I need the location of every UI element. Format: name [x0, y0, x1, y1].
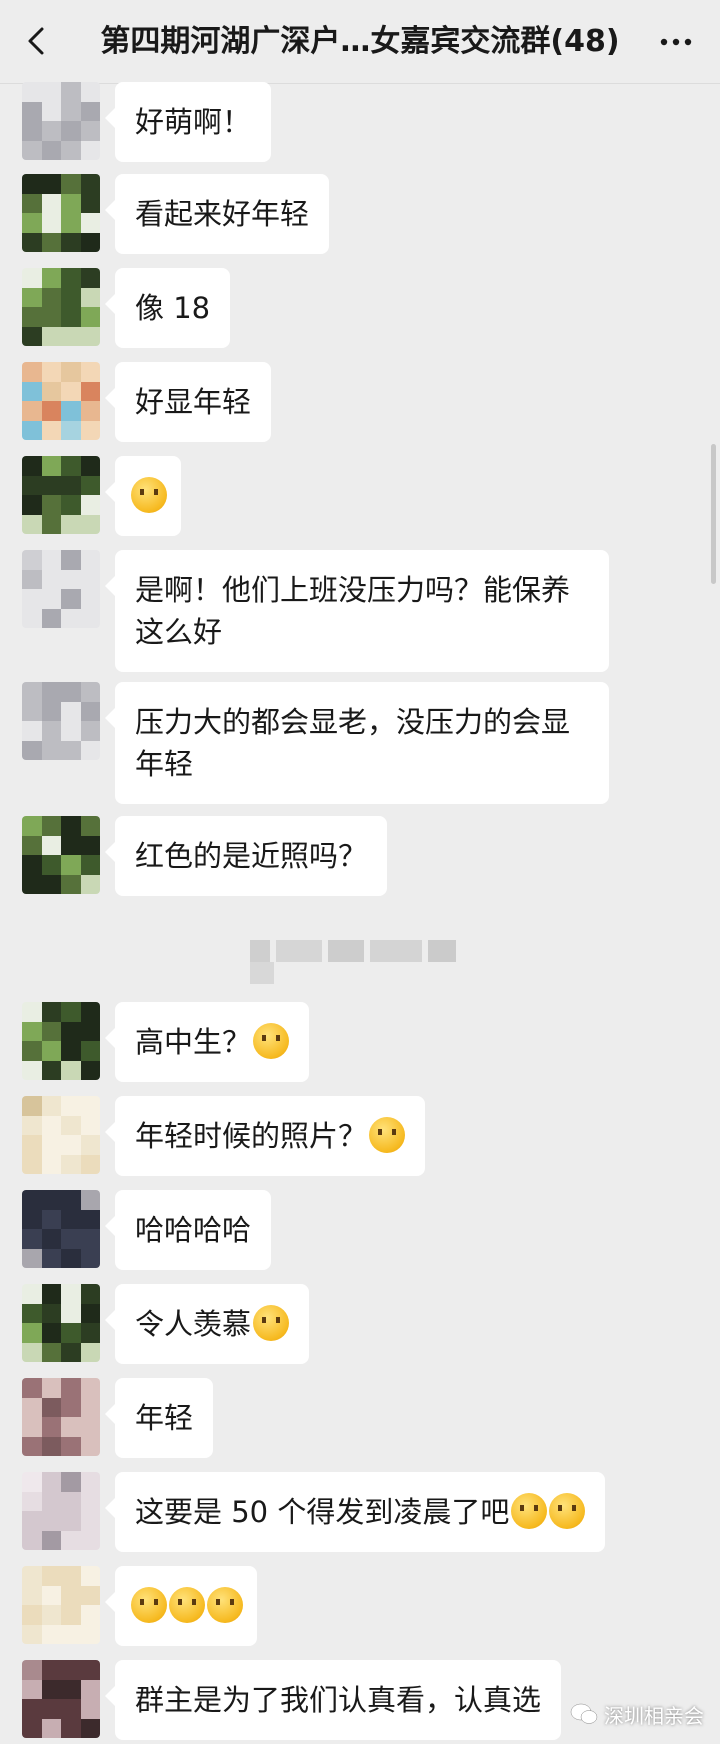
message-text: 是啊！他们上班没压力吗？能保养这么好 — [135, 573, 571, 649]
avatar[interactable] — [22, 362, 100, 440]
ellipsis-icon[interactable] — [658, 30, 694, 54]
chevron-left-icon[interactable] — [22, 26, 52, 56]
avatar[interactable] — [22, 1566, 100, 1644]
laughing-tears-face-icon — [511, 1493, 548, 1529]
avatar[interactable] — [22, 1378, 100, 1456]
message-bubble[interactable]: 这要是 50 个得发到凌晨了吧 — [104, 1472, 606, 1552]
message-bubble[interactable]: 像 18 — [104, 268, 231, 348]
message-text: 这要是 50 个得发到凌晨了吧 — [135, 1495, 510, 1529]
message-text: 令人羡慕 — [135, 1307, 252, 1341]
message-bubble[interactable]: 哈哈哈哈 — [104, 1190, 272, 1270]
avatar[interactable] — [22, 1002, 100, 1080]
watermark-text: 深圳相亲会 — [604, 1703, 704, 1728]
message-bubble[interactable]: 看起来好年轻 — [104, 174, 330, 254]
chat-header: 第四期河湖广深户…女嘉宾交流群(48) — [0, 0, 720, 84]
message-text: 高中生？ — [135, 1025, 252, 1059]
message-bubble[interactable]: 年轻 — [104, 1378, 214, 1458]
laughing-tears-face-icon — [549, 1493, 586, 1529]
avatar[interactable] — [22, 1660, 100, 1738]
666-sticker-icon — [131, 477, 167, 513]
shocked-face-icon — [253, 1023, 290, 1059]
system-notice — [250, 940, 490, 984]
message-bubble[interactable]: 好萌啊！ — [104, 82, 272, 162]
message-bubble[interactable]: 是啊！他们上班没压力吗？能保养这么好 — [105, 550, 609, 672]
message-text: 像 18 — [135, 291, 211, 325]
watermark: 深圳相亲会 — [570, 1694, 704, 1734]
thinking-face-icon — [131, 1587, 167, 1623]
message-text: 压力大的都会显老，没压力的会显年轻 — [135, 705, 571, 781]
laughing-tears-face-icon — [369, 1117, 406, 1153]
thinking-face-icon — [207, 1587, 243, 1623]
message-text: 好萌啊！ — [135, 105, 252, 139]
message-bubble[interactable]: 年轻时候的照片？ — [104, 1096, 426, 1176]
avatar[interactable] — [22, 268, 100, 346]
message-list[interactable]: 好萌啊！ 看起来好年轻 像 18 好显年轻 是啊！他们上班没压力吗？能保养这么好 — [0, 82, 720, 1744]
message-text: 看起来好年轻 — [135, 197, 310, 231]
wechat-logo-icon — [570, 1703, 598, 1724]
message-text: 红色的是近照吗？ — [135, 839, 368, 873]
message-bubble[interactable]: 红色的是近照吗？ — [104, 816, 388, 896]
avatar[interactable] — [22, 550, 100, 628]
message-text: 好显年轻 — [135, 385, 252, 419]
message-bubble[interactable]: 压力大的都会显老，没压力的会显年轻 — [105, 682, 609, 804]
avatar[interactable] — [22, 1284, 100, 1362]
message-bubble[interactable] — [105, 1566, 257, 1646]
message-text: 群主是为了我们认真看，认真选 — [135, 1683, 542, 1717]
scrollbar[interactable] — [711, 444, 716, 584]
message-bubble[interactable]: 好显年轻 — [104, 362, 272, 442]
avatar[interactable] — [22, 174, 100, 252]
avatar[interactable] — [22, 82, 100, 160]
avatar[interactable] — [22, 1096, 100, 1174]
avatar[interactable] — [22, 682, 100, 760]
message-text: 年轻时候的照片？ — [135, 1119, 368, 1153]
message-text: 年轻 — [135, 1401, 194, 1435]
avatar[interactable] — [22, 1472, 100, 1550]
message-bubble[interactable]: 高中生？ — [104, 1002, 310, 1082]
thinking-face-icon — [169, 1587, 205, 1623]
message-bubble[interactable]: 群主是为了我们认真看，认真选 — [104, 1660, 562, 1740]
pleading-face-icon — [253, 1305, 290, 1341]
avatar[interactable] — [22, 816, 100, 894]
avatar[interactable] — [22, 456, 100, 534]
message-text: 哈哈哈哈 — [135, 1213, 252, 1247]
chat-title: 第四期河湖广深户…女嘉宾交流群(48) — [100, 24, 620, 59]
message-bubble[interactable]: 令人羡慕 — [104, 1284, 310, 1364]
avatar[interactable] — [22, 1190, 100, 1268]
message-bubble[interactable] — [105, 456, 181, 536]
